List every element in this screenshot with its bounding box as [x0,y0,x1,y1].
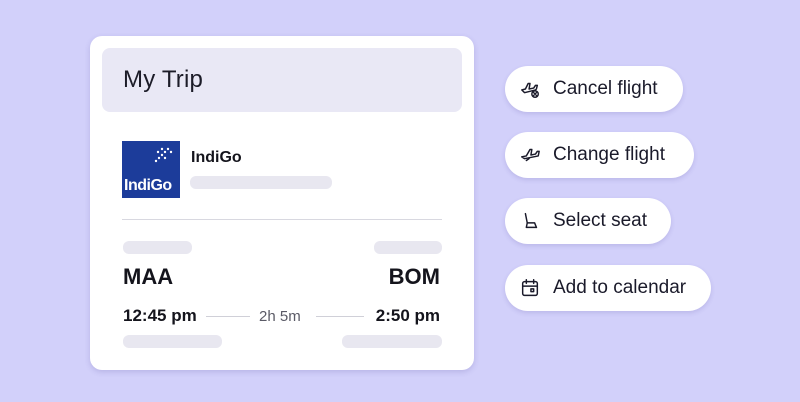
flight-duration: 2h 5m [259,308,301,325]
departure-time: 12:45 pm [123,306,197,325]
airline-detail-placeholder [190,176,332,189]
route-line-left [206,316,250,317]
destination-date-placeholder [374,241,442,254]
add-to-calendar-button[interactable]: Add to calendar [505,265,711,311]
change-flight-label: Change flight [553,144,665,165]
change-flight-button[interactable]: Change flight [505,132,694,178]
destination-detail-placeholder [342,335,442,348]
select-seat-label: Select seat [553,210,647,231]
plane-icon [519,144,541,166]
airline-logo: IndiGo [122,141,180,198]
destination-code: BOM [388,264,440,289]
trip-card: My Trip IndiGo IndiGo MAA BOM 12:45 pm 2… [90,36,474,370]
arrival-time: 2:50 pm [375,306,440,325]
add-to-calendar-label: Add to calendar [553,277,687,298]
route-line-right [316,316,364,317]
cancel-flight-label: Cancel flight [553,78,658,99]
cancel-flight-button[interactable]: Cancel flight [505,66,683,112]
page-title: My Trip [123,66,204,93]
seat-icon [519,210,541,232]
airline-name: IndiGo [191,149,242,166]
origin-code: MAA [123,264,174,289]
select-seat-button[interactable]: Select seat [505,198,671,244]
calendar-icon [519,277,541,299]
origin-detail-placeholder [123,335,222,348]
cancel-flight-icon [519,78,541,100]
airline-logo-text: IndiGo [124,177,172,194]
origin-date-placeholder [123,241,192,254]
trip-card-header: My Trip [102,48,462,112]
divider [122,219,442,220]
